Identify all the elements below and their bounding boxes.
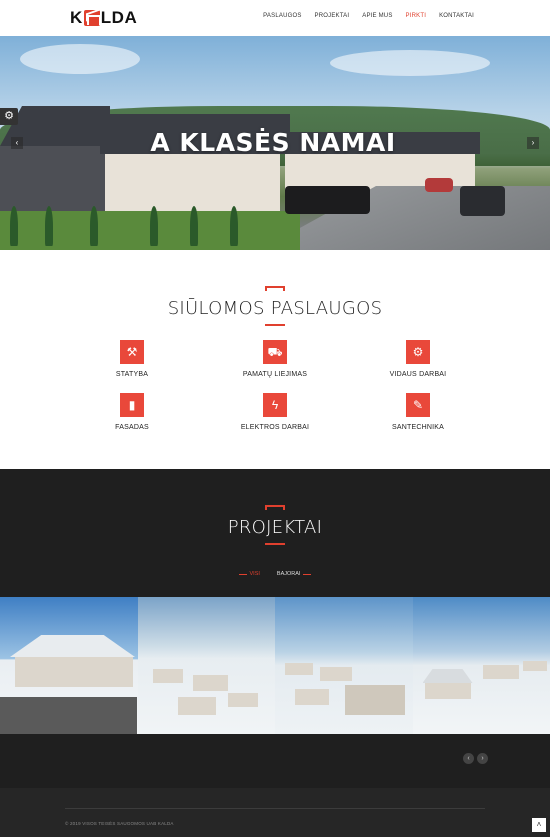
filter-dash	[238, 573, 247, 575]
hedge	[10, 206, 18, 246]
project-photo[interactable]	[412, 597, 550, 734]
project-photo[interactable]	[137, 597, 275, 734]
section-title-underline	[265, 324, 285, 326]
projects-section: PROJEKTAI VISI BAJORAI ‹ ›	[0, 469, 550, 788]
footer-divider	[65, 808, 485, 809]
project-photo[interactable]	[0, 597, 138, 734]
service-statyba[interactable]: ⚒ STATYBA	[72, 340, 192, 378]
building	[192, 675, 228, 691]
hero-title: A KLASĖS NAMAI	[150, 128, 396, 157]
pavement	[0, 697, 137, 734]
section-title-mark	[265, 505, 285, 510]
gear-icon[interactable]: ⚙	[0, 108, 18, 125]
services-title: SIŪLOMOS PASLAUGOS	[167, 298, 383, 319]
service-pamatu-liejimas[interactable]: ⛟ PAMATŲ LIEJIMAS	[215, 340, 335, 378]
building	[15, 657, 133, 687]
filter-dash	[303, 573, 312, 575]
hedge	[45, 206, 53, 246]
nav-kontaktai[interactable]: KONTAKTAI	[439, 13, 474, 19]
service-fasadas[interactable]: ▮ FASADAS	[72, 393, 192, 431]
chevron-right-icon[interactable]: ›	[527, 137, 539, 149]
building	[320, 667, 352, 681]
nav-pirkti[interactable]: PIRKTI	[406, 13, 427, 19]
hedge	[150, 206, 158, 246]
lightning-icon: ϟ	[263, 393, 287, 417]
service-label: FASADAS	[115, 424, 149, 431]
service-santechnika[interactable]: ✎ SANTECHNIKA	[358, 393, 478, 431]
nav-projektai[interactable]: PROJEKTAI	[315, 13, 350, 19]
paint-roller-icon: ▮	[120, 393, 144, 417]
chevron-left-icon[interactable]: ‹	[11, 137, 23, 149]
car	[460, 186, 505, 216]
project-filters: VISI BAJORAI	[0, 571, 550, 577]
hammer-icon: ⚒	[120, 340, 144, 364]
project-gallery	[0, 597, 550, 734]
building	[345, 685, 405, 715]
section-title-underline	[265, 543, 285, 545]
cloud	[330, 50, 490, 76]
cloud	[20, 44, 140, 74]
logo[interactable]: K LDA	[70, 8, 138, 27]
filter-label: VISI	[249, 571, 260, 577]
tractor-icon: ⛟	[263, 340, 287, 364]
building	[522, 661, 547, 671]
filter-label: BAJORAI	[276, 571, 301, 577]
hedge	[230, 206, 238, 246]
car	[425, 178, 453, 192]
service-label: STATYBA	[115, 371, 149, 378]
projects-title: PROJEKTAI	[227, 517, 323, 538]
building-roof	[10, 635, 135, 657]
nav-paslaugos[interactable]: PASLAUGOS	[263, 13, 301, 19]
building	[424, 683, 471, 699]
chevron-up-icon[interactable]: ˄	[532, 818, 546, 832]
hedge	[90, 206, 98, 246]
service-label: VIDAUS DARBAI	[389, 371, 447, 378]
service-label: SANTECHNIKA	[392, 424, 444, 431]
logo-text-left: K	[70, 8, 83, 27]
wrench-icon: ✎	[406, 393, 430, 417]
building	[152, 669, 183, 683]
house-icon	[83, 10, 101, 26]
building	[285, 663, 313, 675]
copyright-text: © 2019 VISOS TEISĖS SAUGOMOS UAB KALDA	[65, 821, 174, 826]
building	[227, 693, 258, 707]
site-header: K LDA PASLAUGOS PROJEKTAI APIE MUS PIRKT…	[0, 0, 550, 36]
filter-spacer	[263, 574, 271, 575]
building	[295, 689, 329, 705]
services-section: SIŪLOMOS PASLAUGOS ⚒ STATYBA ⛟ PAMATŲ LI…	[0, 250, 550, 469]
service-label: ELEKTROS DARBAI	[240, 424, 310, 431]
site-footer: © 2019 VISOS TEISĖS SAUGOMOS UAB KALDA ˄	[0, 788, 550, 837]
main-nav: PASLAUGOS PROJEKTAI APIE MUS PIRKTI KONT…	[263, 13, 474, 19]
chevron-left-icon[interactable]: ‹	[463, 753, 474, 764]
building	[482, 665, 519, 679]
hero-slider: A KLASĖS NAMAI ‹ › ⚙	[0, 36, 550, 250]
service-vidaus-darbai[interactable]: ⚙ VIDAUS DARBAI	[358, 340, 478, 378]
building	[177, 697, 216, 715]
car	[285, 186, 370, 214]
hedge	[190, 206, 198, 246]
logo-text-right: LDA	[100, 8, 138, 27]
filter-bajorai[interactable]: BAJORAI	[277, 571, 312, 577]
project-photo[interactable]	[275, 597, 413, 734]
section-title-mark	[265, 286, 285, 291]
service-label: PAMATŲ LIEJIMAS	[242, 371, 308, 378]
nav-apie-mus[interactable]: APIE MUS	[362, 13, 392, 19]
building-roof	[422, 669, 473, 683]
service-elektros-darbai[interactable]: ϟ ELEKTROS DARBAI	[215, 393, 335, 431]
filter-visi[interactable]: VISI	[238, 571, 271, 577]
chevron-right-icon[interactable]: ›	[477, 753, 488, 764]
drill-icon: ⚙	[406, 340, 430, 364]
